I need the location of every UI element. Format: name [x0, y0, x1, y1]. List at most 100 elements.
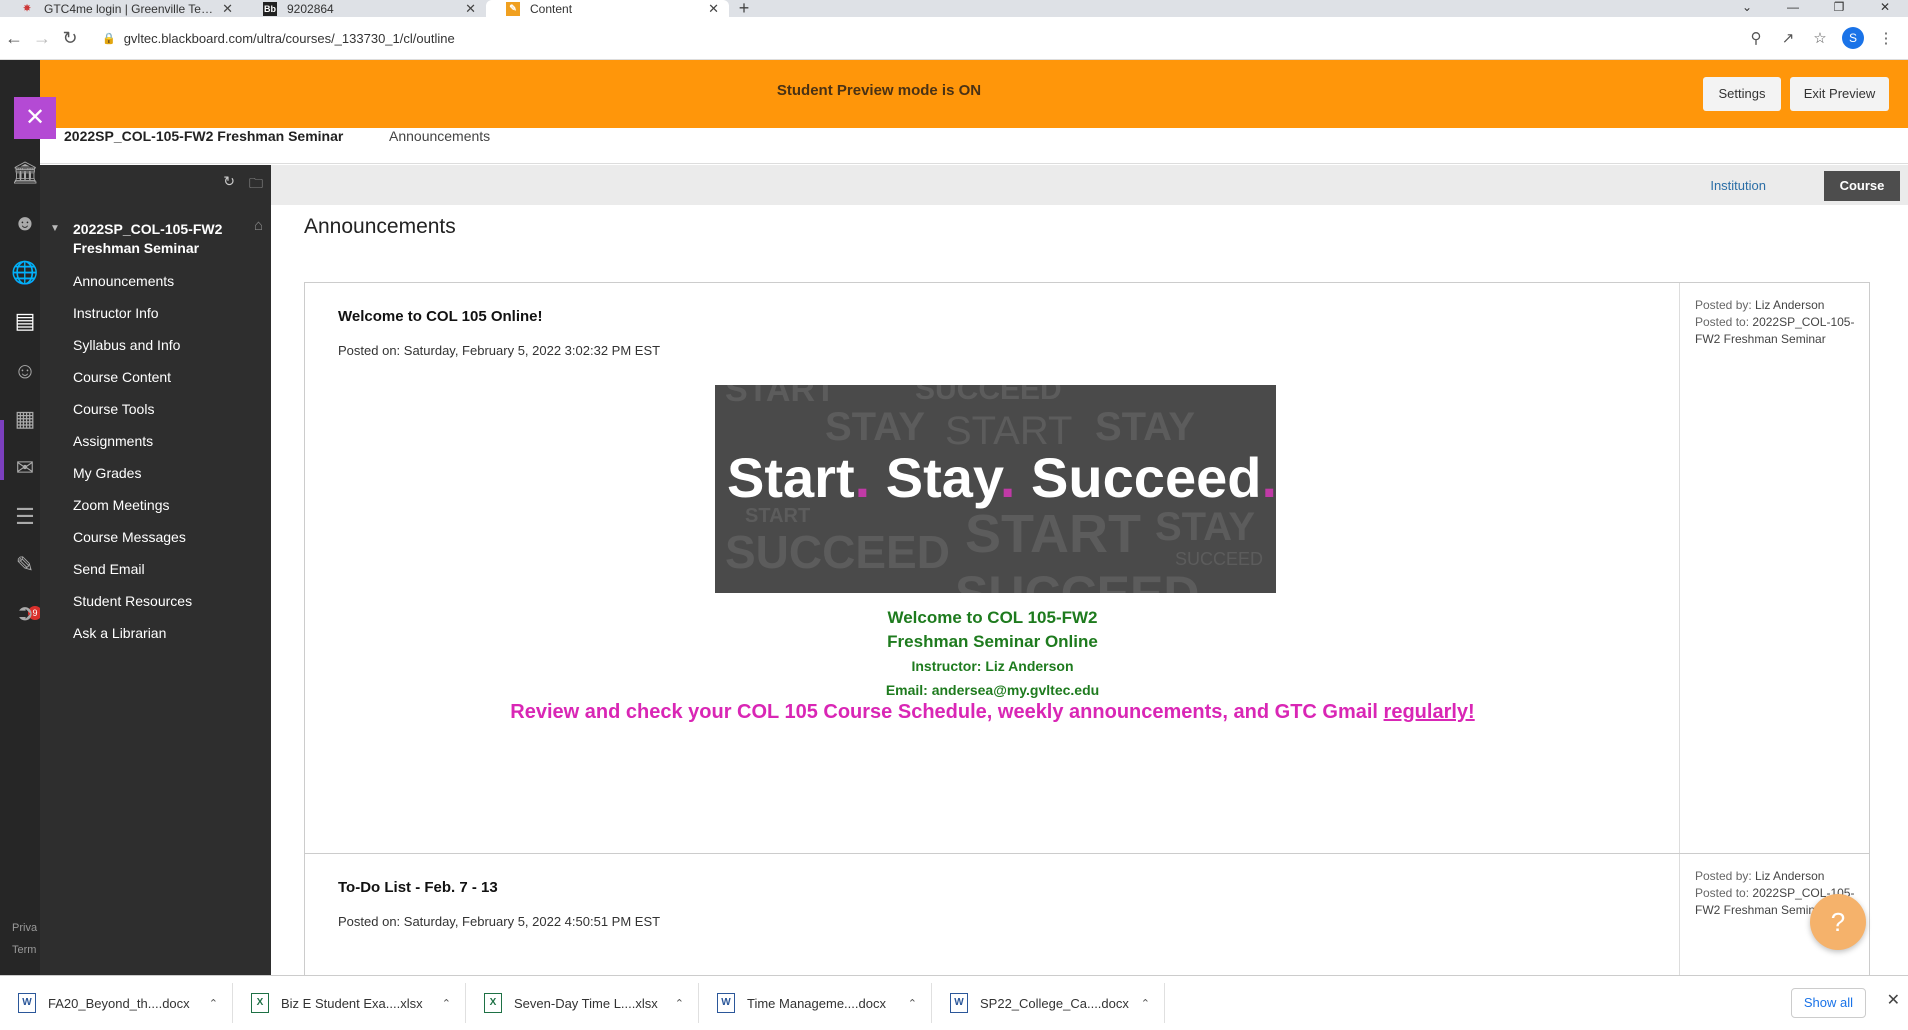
banner-bg-word: STAY	[1155, 505, 1256, 549]
zoom-icon[interactable]: ⚲	[1740, 29, 1772, 47]
menu-item-assignments[interactable]: Assignments	[73, 430, 192, 462]
ultra-nav-strip: 🏛 ☻ 🌐 ▤ ☺ ▦ ✉ 9 ☰ ✎ ➲ Priva Term	[0, 60, 42, 975]
courses-icon[interactable]: ▤	[10, 308, 40, 338]
privacy-link[interactable]: Priva	[12, 922, 37, 934]
posted-to-label: Posted to:	[1695, 315, 1750, 329]
restore-icon[interactable]: ❐	[1816, 0, 1862, 17]
reload-icon[interactable]: ↻	[56, 28, 84, 49]
home-icon[interactable]: ⌂	[254, 217, 263, 234]
sign-out-icon[interactable]: ➲	[10, 600, 40, 630]
forward-icon[interactable]: →	[28, 28, 56, 49]
chevron-up-icon[interactable]: ⌃	[442, 997, 451, 1010]
calendar-icon[interactable]: ▦	[10, 406, 40, 436]
course-menu: ↻ 🗀 ▼ 2022SP_COL-105-FW2 Freshman Semina…	[40, 165, 271, 975]
globe-icon[interactable]: 🌐	[10, 260, 40, 290]
grades-icon[interactable]: ☰	[10, 504, 40, 534]
close-icon[interactable]: ✕	[708, 1, 719, 17]
word-file-icon: W	[717, 993, 735, 1013]
posted-by-label: Posted by:	[1695, 869, 1752, 883]
download-item[interactable]: W SP22_College_Ca....docx ⌃	[932, 983, 1165, 1023]
browser-tab-bar: ✵ GTC4me login | Greenville Technic ✕ Bb…	[0, 0, 1908, 17]
browser-tab-gtc4me[interactable]: ✵ GTC4me login | Greenville Technic ✕	[0, 0, 243, 17]
close-course-button[interactable]: ✕	[14, 97, 56, 139]
banner-bg-word: START	[965, 504, 1141, 564]
menu-item-my-grades[interactable]: My Grades	[73, 462, 192, 494]
chevron-up-icon[interactable]: ⌃	[209, 997, 218, 1010]
menu-item-announcements[interactable]: Announcements	[73, 270, 192, 302]
edit-icon[interactable]: ✎	[10, 552, 40, 582]
posted-by: Liz Anderson	[1755, 869, 1825, 883]
download-item[interactable]: X Biz E Student Exa....xlsx ⌃	[233, 983, 466, 1023]
menu-item-course-messages[interactable]: Course Messages	[73, 526, 192, 558]
banner-bg-word: STAY	[825, 405, 926, 449]
bookmark-star-icon[interactable]: ☆	[1804, 29, 1836, 47]
profile-icon[interactable]: ☻	[10, 210, 40, 240]
regularly-link[interactable]: regularly!	[1384, 701, 1475, 723]
tab-institution[interactable]: Institution	[1710, 178, 1766, 193]
menu-item-course-content[interactable]: Course Content	[73, 366, 192, 398]
banner-bg-word: SUCCEED	[725, 526, 950, 578]
start-stay-succeed-banner: START SUCCEED STAY START STAY START STAR…	[715, 385, 1276, 593]
address-actions: ⚲ ↗ ☆ S ⋮	[1740, 27, 1908, 49]
menu-item-syllabus[interactable]: Syllabus and Info	[73, 334, 192, 366]
organizations-icon[interactable]: ☺	[10, 358, 40, 388]
show-all-downloads-button[interactable]: Show all	[1790, 988, 1866, 1018]
chevron-down-icon[interactable]: ⌄	[1724, 0, 1770, 17]
announcement-body: To-Do List - Feb. 7 - 13 Posted on: Satu…	[305, 854, 1680, 975]
institution-icon[interactable]: 🏛	[10, 160, 40, 190]
welcome-line-1: Welcome to COL 105-FW2	[887, 608, 1098, 627]
close-window-icon[interactable]: ✕	[1862, 0, 1908, 17]
menu-item-zoom-meetings[interactable]: Zoom Meetings	[73, 494, 192, 526]
help-button[interactable]: ?	[1810, 894, 1866, 950]
breadcrumb-announcements[interactable]: Announcements	[389, 128, 490, 144]
browser-tab-content[interactable]: ✎ Content ✕	[486, 0, 729, 17]
posted-by-label: Posted by:	[1695, 298, 1752, 312]
refresh-icon[interactable]: ↻	[223, 173, 235, 197]
terms-link[interactable]: Term	[12, 944, 36, 956]
view-tabs: Institution Course	[271, 165, 1908, 205]
download-item[interactable]: W FA20_Beyond_th....docx ⌃	[0, 983, 233, 1023]
menu-item-instructor-info[interactable]: Instructor Info	[73, 302, 192, 334]
close-downloads-icon[interactable]: ✕	[1887, 990, 1900, 1010]
course-menu-title[interactable]: 2022SP_COL-105-FW2 Freshman Seminar	[73, 220, 233, 258]
menu-item-course-tools[interactable]: Course Tools	[73, 398, 192, 430]
close-icon[interactable]: ✕	[222, 1, 233, 17]
share-icon[interactable]: ↗	[1772, 29, 1804, 47]
download-name: Biz E Student Exa....xlsx	[281, 995, 423, 1011]
tab-course[interactable]: Course	[1824, 171, 1900, 201]
download-name: Time Manageme....docx	[747, 995, 886, 1011]
messages-icon[interactable]: ✉	[10, 455, 40, 485]
back-icon[interactable]: ←	[0, 28, 28, 49]
menu-item-send-email[interactable]: Send Email	[73, 558, 192, 590]
exit-preview-button[interactable]: Exit Preview	[1790, 77, 1889, 111]
chevron-up-icon[interactable]: ⌃	[1141, 997, 1150, 1010]
announcement-date: Posted on: Saturday, February 5, 2022 3:…	[338, 343, 661, 358]
course-menu-list: Announcements Instructor Info Syllabus a…	[73, 270, 192, 654]
minimize-icon[interactable]: —	[1770, 0, 1816, 17]
blackboard-icon: Bb	[263, 1, 277, 16]
posted-to-label: Posted to:	[1695, 886, 1750, 900]
download-item[interactable]: W Time Manageme....docx ⌃	[699, 983, 932, 1023]
tab-label: Content	[530, 1, 573, 16]
menu-dots-icon[interactable]: ⋮	[1870, 29, 1902, 47]
window-controls: ⌄ — ❐ ✕	[1724, 0, 1908, 17]
browser-tab-blackboard[interactable]: Bb 9202864 ✕	[243, 0, 486, 17]
announcement-title: Welcome to COL 105 Online!	[338, 308, 543, 325]
new-tab-button[interactable]: +	[729, 0, 759, 17]
close-icon[interactable]: ✕	[465, 1, 476, 17]
course-title[interactable]: 2022SP_COL-105-FW2 Freshman Seminar	[64, 128, 343, 144]
banner-bg-word: STAY	[1095, 405, 1196, 449]
collapse-caret-icon[interactable]: ▼	[50, 223, 60, 234]
menu-item-ask-librarian[interactable]: Ask a Librarian	[73, 622, 192, 654]
preview-title: Student Preview mode is ON	[776, 82, 982, 99]
tab-label: GTC4me login | Greenville Technic	[44, 1, 217, 16]
folder-icon[interactable]: 🗀	[249, 173, 263, 197]
preview-settings-button[interactable]: Settings	[1703, 77, 1781, 111]
menu-item-student-resources[interactable]: Student Resources	[73, 590, 192, 622]
profile-avatar[interactable]: S	[1842, 27, 1864, 49]
url-field[interactable]: 🔒 gvltec.blackboard.com/ultra/courses/_1…	[92, 23, 1732, 53]
chevron-up-icon[interactable]: ⌃	[675, 997, 684, 1010]
download-item[interactable]: X Seven-Day Time L....xlsx ⌃	[466, 983, 699, 1023]
chevron-up-icon[interactable]: ⌃	[908, 997, 917, 1010]
word-file-icon: W	[18, 993, 36, 1013]
